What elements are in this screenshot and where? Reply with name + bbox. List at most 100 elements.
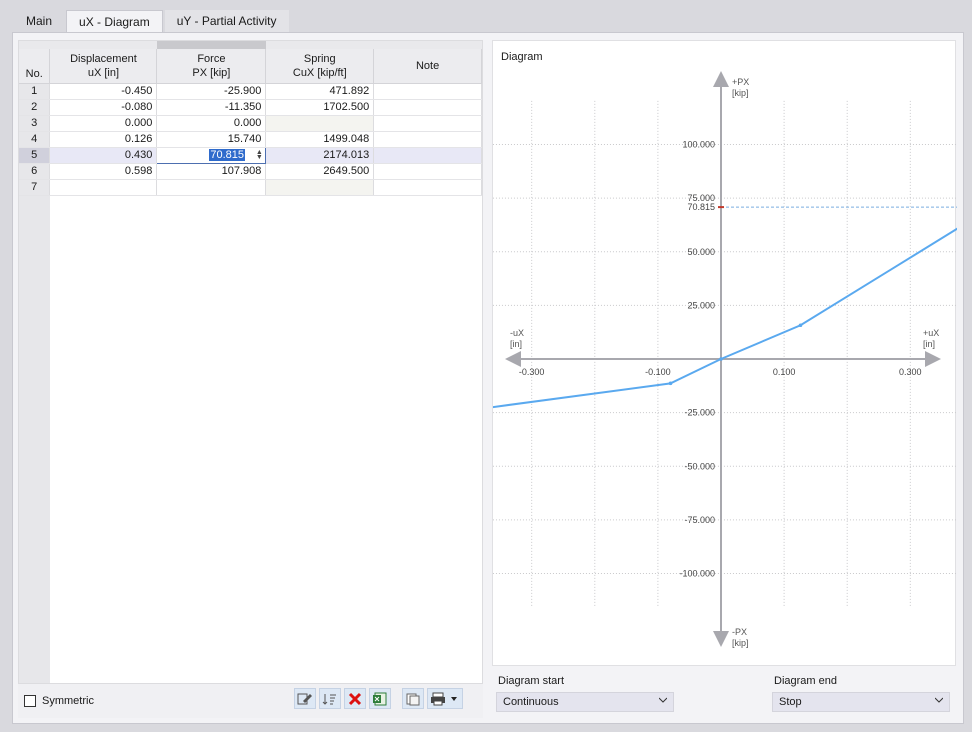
displacement-cell[interactable]: -0.080 [49,99,158,116]
diagram-start-select[interactable]: Continuous [496,692,674,712]
column-header-note[interactable]: Note [373,49,482,84]
spring-cell [265,115,375,132]
x-tick-label: -0.300 [519,367,545,377]
y-pos-axis-unit: [kip] [732,88,749,98]
displacement-cell[interactable] [49,179,158,196]
diagram-start-label: Diagram start [498,675,565,687]
row-number[interactable]: 1 [19,83,51,100]
force-input[interactable]: 70.815 [209,149,246,161]
column-header-displacement[interactable]: Displacement uX [in] [49,49,158,84]
x-neg-axis-label: -uX [510,328,524,338]
displacement-cell[interactable]: 0.430 [49,147,158,164]
spring-cell[interactable]: 1702.500 [265,99,375,116]
x-tick-label: 0.300 [899,367,922,377]
force-cell[interactable]: 15.740 [156,131,267,148]
y-tick-label: -25.000 [684,408,715,418]
displacement-cell[interactable]: -0.450 [49,83,158,100]
data-point[interactable] [668,381,673,386]
highlight-y-label: 70.815 [687,202,715,212]
spring-cell[interactable]: 1499.048 [265,131,375,148]
note-cell[interactable] [373,179,482,196]
diagram-data-table: No. Displacement uX [in] Force PX [kip] Sp… [19,49,482,196]
spring-cell[interactable]: 471.892 [265,83,375,100]
delete-icon[interactable] [344,688,366,709]
tab-ux-diagram[interactable]: uX - Diagram [66,10,163,33]
diagram-end-value: Stop [779,696,802,708]
note-cell[interactable] [373,115,482,132]
note-cell[interactable] [373,83,482,100]
table-row-selected[interactable]: 5 0.430 70.815 ▲ ▼ 2174.013 [19,146,482,164]
note-cell[interactable] [373,99,482,116]
table-toolbar [294,688,466,709]
force-cell[interactable]: 0.000 [156,115,267,132]
tab-uy-partial-activity[interactable]: uY - Partial Activity [164,10,289,32]
spinner-icon[interactable]: ▲ ▼ [255,149,263,161]
diagram-chart: -0.500-0.300-0.1000.1000.3000.500100.000… [493,71,957,648]
tab-main[interactable]: Main [14,10,64,32]
displacement-cell[interactable]: 0.000 [49,115,158,132]
symmetric-option[interactable]: Symmetric [24,695,94,707]
row-number[interactable]: 4 [19,131,51,148]
column-header-no: No. [19,49,51,84]
y-tick-label: 25.000 [687,300,715,310]
note-cell[interactable] [373,163,482,180]
displacement-cell[interactable]: 0.598 [49,163,158,180]
chevron-down-icon [935,697,943,703]
symmetric-checkbox[interactable] [24,695,36,707]
table-row[interactable]: 7 [19,179,482,196]
table-panel: No. Displacement uX [in] Force PX [kip] Sp… [18,40,483,718]
row-number[interactable]: 7 [19,179,51,196]
row-number[interactable]: 2 [19,99,51,116]
print-icon[interactable] [427,688,463,709]
table-row[interactable]: 1 -0.450 -25.900 471.892 [19,83,482,100]
column-header-spring[interactable]: Spring CuX [kip/ft] [265,49,375,84]
spring-cell[interactable]: 2649.500 [265,163,375,180]
force-cell-editor[interactable]: 70.815 ▲ ▼ [156,146,267,164]
y-tick-label: 50.000 [687,247,715,257]
y-tick-label: 100.000 [682,140,715,150]
column-header-force[interactable]: Force PX [kip] [156,49,267,84]
y-neg-axis-label: -PX [732,627,747,637]
displacement-cell[interactable]: 0.126 [49,131,158,148]
column-group-bar [19,41,482,49]
edit-icon[interactable] [294,688,316,709]
diagram-end-label: Diagram end [774,675,837,687]
diagram-line [493,227,957,409]
sort-icon[interactable] [319,688,341,709]
diagram-options: Diagram start Continuous Diagram end Sto… [492,666,956,718]
symmetric-label: Symmetric [42,695,94,707]
row-number[interactable]: 3 [19,115,51,132]
x-tick-label: -0.100 [645,367,671,377]
table-row[interactable]: 6 0.598 107.908 2649.500 [19,163,482,180]
x-tick-label: 0.100 [773,367,796,377]
row-number[interactable]: 5 [19,147,51,164]
force-cell[interactable]: -11.350 [156,99,267,116]
y-neg-axis-unit: [kip] [732,638,749,648]
force-cell[interactable] [156,179,267,196]
table-row[interactable]: 3 0.000 0.000 [19,115,482,132]
x-pos-axis-unit: [in] [923,339,935,349]
diagram-table: No. Displacement uX [in] Force PX [kip] Sp… [18,40,483,684]
excel-icon[interactable] [369,688,391,709]
diagram-panel: Diagram -0.500-0.300-0.1000.1000.3000.50… [492,40,957,666]
x-neg-axis-unit: [in] [510,339,522,349]
chevron-down-icon [659,697,667,703]
y-tick-label: -75.000 [684,515,715,525]
note-cell[interactable] [373,131,482,148]
data-point[interactable] [798,323,803,328]
y-tick-label: -50.000 [684,461,715,471]
force-cell[interactable]: 107.908 [156,163,267,180]
x-pos-axis-label: +uX [923,328,939,338]
row-number[interactable]: 6 [19,163,51,180]
diagram-end-select[interactable]: Stop [772,692,950,712]
table-row[interactable]: 4 0.126 15.740 1499.048 [19,131,482,148]
force-cell[interactable]: -25.900 [156,83,267,100]
data-point[interactable] [719,357,723,361]
table-row[interactable]: 2 -0.080 -11.350 1702.500 [19,99,482,116]
spring-cell[interactable]: 2174.013 [265,147,375,164]
diagram-start-value: Continuous [503,696,559,708]
spring-cell [265,179,375,196]
copy-icon[interactable] [402,688,424,709]
note-cell[interactable] [373,147,482,164]
y-tick-label: -100.000 [679,569,715,579]
